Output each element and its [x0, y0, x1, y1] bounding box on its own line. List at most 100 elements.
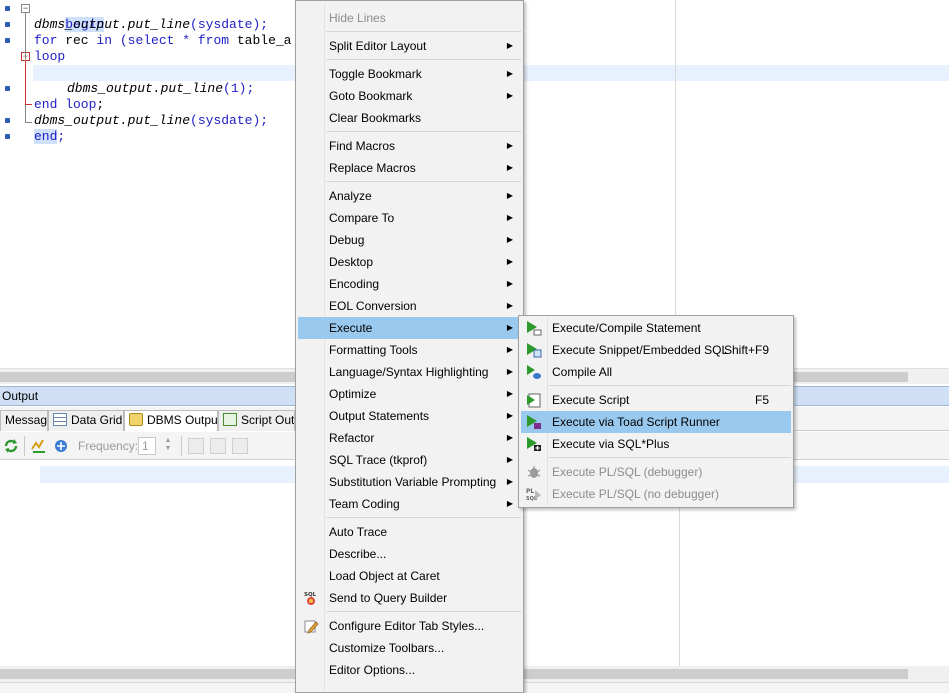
refresh-icon[interactable]	[2, 437, 20, 455]
menu-separator	[549, 385, 791, 386]
copy-icon[interactable]	[188, 438, 204, 454]
frequency-input[interactable]: 1	[138, 437, 156, 455]
output-panel-title: Output	[2, 389, 39, 403]
submenu-arrow-icon: ▶	[506, 477, 513, 486]
menu-item-execute-plsql-no-debugger[interactable]: PL SQL Execute PL/SQL (no debugger)	[521, 483, 791, 505]
submenu-arrow-icon: ▶	[506, 323, 513, 332]
menu-item-send-to-query-builder[interactable]: SQL Send to Query Builder	[298, 587, 521, 609]
submenu-arrow-icon: ▶	[506, 257, 513, 266]
fold-guide	[25, 61, 26, 105]
submenu-arrow-icon: ▶	[506, 345, 513, 354]
tab-data-grid[interactable]: Data Grid	[48, 410, 124, 431]
menu-separator	[326, 181, 521, 182]
submenu-arrow-icon: ▶	[506, 367, 513, 376]
menu-item-compare-to[interactable]: Compare To ▶	[298, 207, 521, 229]
execute-statement-icon	[527, 321, 542, 336]
toolbar-separator	[181, 436, 182, 456]
tab-dbms-output[interactable]: DBMS Output	[124, 410, 218, 431]
execute-submenu: Execute/Compile Statement Execute Snippe…	[518, 315, 794, 508]
menu-item-execute-script[interactable]: Execute Script F5	[521, 389, 791, 411]
line-marker[interactable]	[5, 22, 10, 27]
execute-script-icon	[527, 393, 541, 408]
menu-item-hide-lines[interactable]: Hide Lines	[298, 7, 521, 29]
code-line: dbms_output.put_line(sysdate);	[34, 17, 269, 32]
dbms-output-icon	[129, 413, 143, 426]
tab-script-output[interactable]: Script Outp	[218, 410, 295, 431]
toad-script-runner-icon	[527, 415, 541, 429]
menu-separator	[326, 31, 521, 32]
menu-item-sql-trace[interactable]: SQL Trace (tkprof) ▶	[298, 449, 521, 471]
menu-item-analyze[interactable]: Analyze ▶	[298, 185, 521, 207]
toggle-output-icon[interactable]	[30, 437, 48, 455]
line-marker[interactable]	[5, 6, 10, 11]
menu-item-execute-snippet[interactable]: Execute Snippet/Embedded SQL Shift+F9	[521, 339, 791, 361]
menu-item-clear-bookmarks[interactable]: Clear Bookmarks	[298, 107, 521, 129]
fold-collapse-icon[interactable]: −	[21, 4, 30, 13]
menu-item-replace-macros[interactable]: Replace Macros ▶	[298, 157, 521, 179]
breakpoint-gutter[interactable]	[0, 0, 18, 368]
menu-item-compile-all[interactable]: Compile All	[521, 361, 791, 383]
code-line: for rec in (select * from table_a	[34, 33, 292, 48]
menu-separator	[326, 131, 521, 132]
menu-item-output-statements[interactable]: Output Statements ▶	[298, 405, 521, 427]
menu-item-optimize[interactable]: Optimize ▶	[298, 383, 521, 405]
menu-item-eol-conversion[interactable]: EOL Conversion ▶	[298, 295, 521, 317]
right-margin-line	[675, 0, 676, 368]
menu-item-execute[interactable]: Execute ▶	[298, 317, 521, 339]
menu-item-formatting-tools[interactable]: Formatting Tools ▶	[298, 339, 521, 361]
menu-item-language-syntax-highlighting[interactable]: Language/Syntax Highlighting ▶	[298, 361, 521, 383]
plsql-icon: PL SQL	[526, 488, 541, 502]
menu-item-find-macros[interactable]: Find Macros ▶	[298, 135, 521, 157]
menu-item-goto-bookmark[interactable]: Goto Bookmark ▶	[298, 85, 521, 107]
tab-label: Data Grid	[71, 413, 123, 427]
line-marker[interactable]	[5, 38, 10, 43]
shortcut-label: F5	[754, 393, 769, 407]
submenu-arrow-icon: ▶	[506, 213, 513, 222]
tab-label: DBMS Output	[147, 413, 218, 427]
submenu-arrow-icon: ▶	[506, 301, 513, 310]
menu-item-substitution-variable-prompting[interactable]: Substitution Variable Prompting ▶	[298, 471, 521, 493]
polling-icon[interactable]	[52, 437, 70, 455]
menu-item-debug[interactable]: Debug ▶	[298, 229, 521, 251]
submenu-arrow-icon: ▶	[506, 191, 513, 200]
editor-context-menu: Hide Lines Split Editor Layout ▶ Toggle B…	[295, 0, 524, 693]
frequency-spinner[interactable]: ▲ ▼	[160, 437, 176, 455]
fold-guide	[25, 104, 32, 105]
submenu-arrow-icon: ▶	[506, 279, 513, 288]
menu-separator	[326, 517, 521, 518]
frequency-label: Frequency:	[78, 439, 139, 453]
menu-item-team-coding[interactable]: Team Coding ▶	[298, 493, 521, 515]
menu-item-execute-via-toad-script-runner[interactable]: Execute via Toad Script Runner	[521, 411, 791, 433]
menu-item-auto-trace[interactable]: Auto Trace	[298, 521, 521, 543]
menu-item-toggle-bookmark[interactable]: Toggle Bookmark ▶	[298, 63, 521, 85]
menu-item-split-editor-layout[interactable]: Split Editor Layout ▶	[298, 35, 521, 57]
print-icon[interactable]	[232, 438, 248, 454]
shortcut-label: Shift+F9	[723, 343, 769, 357]
tab-messages[interactable]: Messages	[0, 410, 48, 431]
line-marker[interactable]	[5, 134, 10, 139]
menu-item-execute-via-sqlplus[interactable]: Execute via SQL*Plus	[521, 433, 791, 455]
menu-item-load-object-at-caret[interactable]: Load Object at Caret	[298, 565, 521, 587]
menu-item-execute-plsql-debugger[interactable]: Execute PL/SQL (debugger)	[521, 461, 791, 483]
menu-item-describe[interactable]: Describe...	[298, 543, 521, 565]
menu-item-customize-toolbars[interactable]: Customize Toolbars...	[298, 637, 521, 659]
svg-text:PL: PL	[526, 488, 534, 495]
code-line: dbms_output.put_line(1);	[67, 81, 255, 96]
menu-item-refactor[interactable]: Refactor ▶	[298, 427, 521, 449]
menu-item-encoding[interactable]: Encoding ▶	[298, 273, 521, 295]
submenu-arrow-icon: ▶	[506, 433, 513, 442]
code-line: loop	[34, 49, 66, 64]
menu-item-configure-editor-tab-styles[interactable]: Configure Editor Tab Styles...	[298, 615, 521, 637]
output-gutter	[0, 461, 40, 666]
submenu-arrow-icon: ▶	[506, 163, 513, 172]
line-marker[interactable]	[5, 118, 10, 123]
save-icon[interactable]	[210, 438, 226, 454]
menu-item-editor-options[interactable]: Editor Options...	[298, 659, 521, 681]
menu-item-desktop[interactable]: Desktop ▶	[298, 251, 521, 273]
menu-item-execute-compile-statement[interactable]: Execute/Compile Statement	[521, 317, 791, 339]
submenu-arrow-icon: ▶	[506, 91, 513, 100]
line-marker[interactable]	[5, 86, 10, 91]
sqlplus-icon	[527, 437, 541, 451]
code-line: dbms_output.put_line(sysdate);	[34, 113, 269, 128]
code-line: end loop;	[34, 97, 105, 112]
